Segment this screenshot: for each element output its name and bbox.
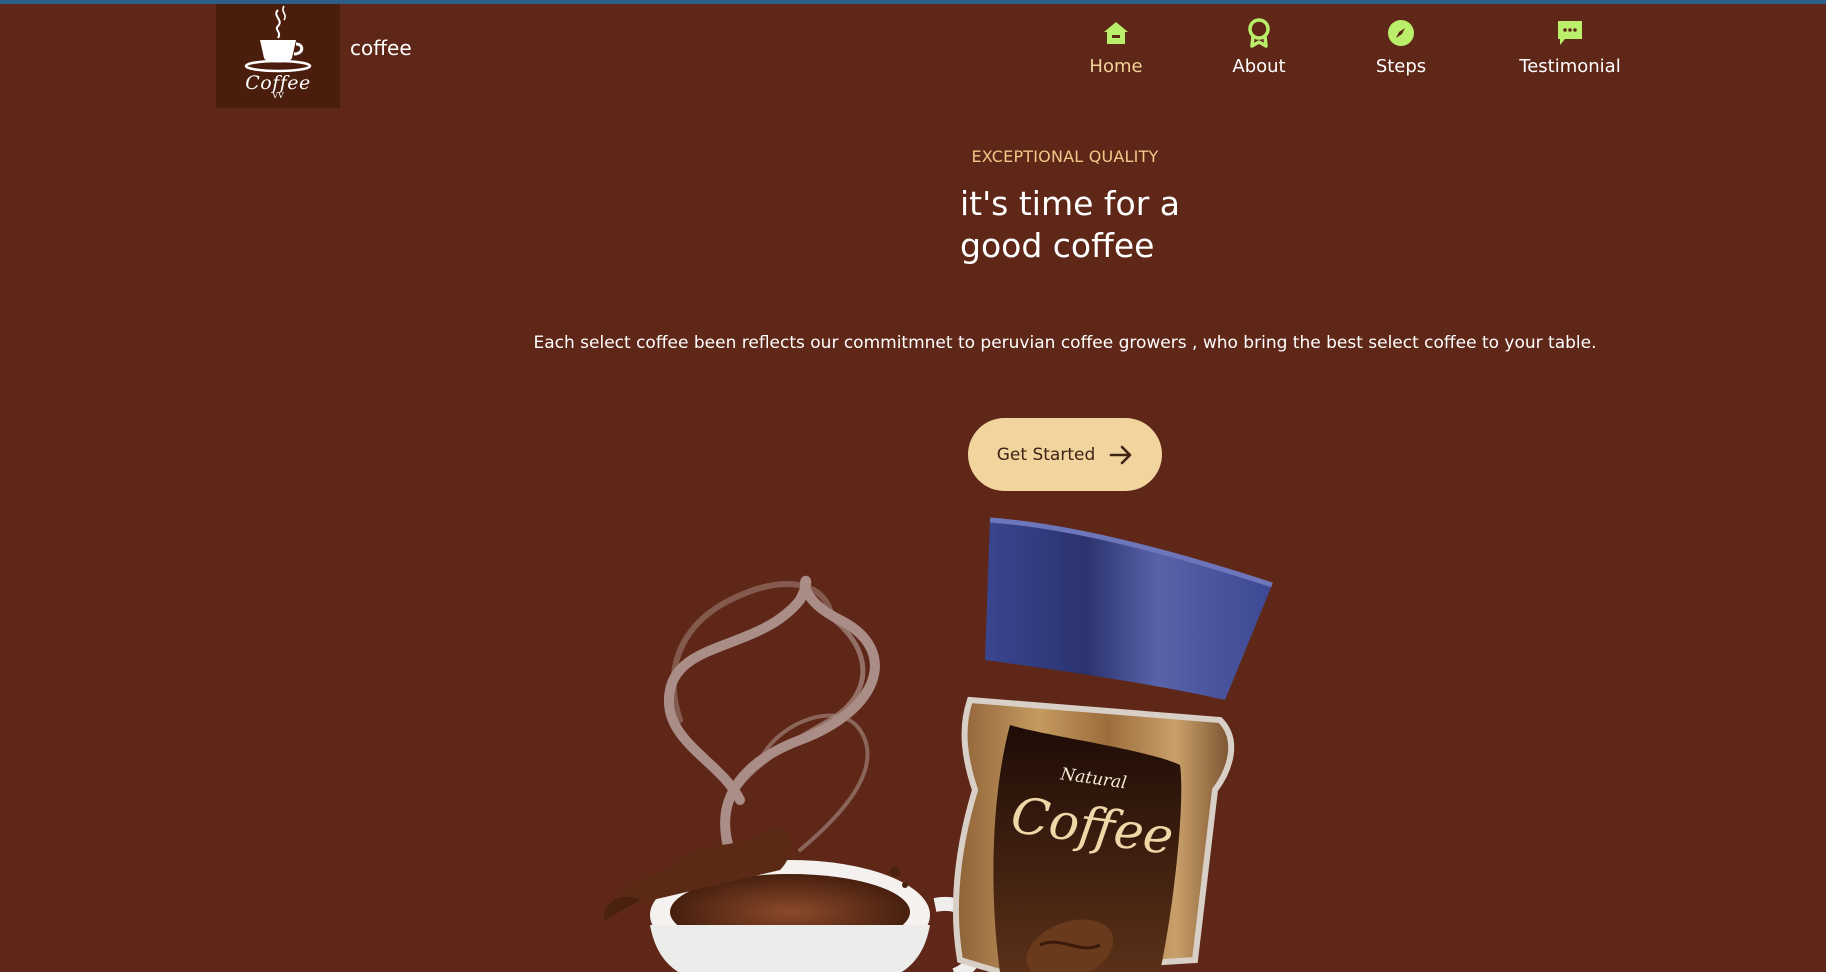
hero-headline-line2: good coffee	[960, 226, 1155, 265]
hero-headline: it's time for a good coffee	[960, 183, 1220, 267]
coffee-jar-graphic: Natural Coffee	[952, 517, 1273, 972]
nav-item-testimonial[interactable]: Testimonial	[1500, 18, 1640, 77]
nav-label-steps: Steps	[1375, 56, 1427, 77]
hero-headline-line1: it's time for a	[960, 184, 1180, 223]
main-nav: Home About Steps Testimonial	[1060, 18, 1640, 88]
nav-label-home: Home	[1089, 56, 1143, 77]
nav-item-home[interactable]: Home	[1060, 18, 1172, 77]
coffee-cup-graphic	[604, 828, 987, 972]
nav-item-about[interactable]: About	[1204, 18, 1314, 77]
compass-icon	[1386, 18, 1416, 48]
get-started-label: Get Started	[996, 444, 1096, 465]
steam-graphic	[663, 575, 880, 905]
jar-label-natural: Natural	[1058, 764, 1128, 793]
chat-icon	[1555, 18, 1585, 48]
jar-label-coffee: Coffee	[1008, 786, 1177, 866]
logo[interactable]: Coffee VV	[216, 4, 340, 108]
logo-subtext: VV	[272, 91, 284, 100]
arrow-right-icon	[1109, 445, 1132, 464]
hero-coffee-illustration: Natural Coffee	[604, 517, 1273, 972]
nav-label-testimonial: Testimonial	[1519, 56, 1621, 77]
get-started-button[interactable]: Get Started	[968, 418, 1162, 491]
award-icon	[1244, 18, 1274, 48]
home-icon	[1101, 18, 1131, 48]
brand-name[interactable]: coffee	[350, 36, 412, 60]
nav-item-steps[interactable]: Steps	[1346, 18, 1456, 77]
coffee-cup-logo-icon	[244, 5, 312, 73]
nav-label-about: About	[1232, 56, 1286, 77]
hero-eyebrow: EXCEPTIONAL QUALITY	[971, 147, 1159, 166]
hero-description: Each select coffee been reflects our com…	[533, 333, 1597, 353]
